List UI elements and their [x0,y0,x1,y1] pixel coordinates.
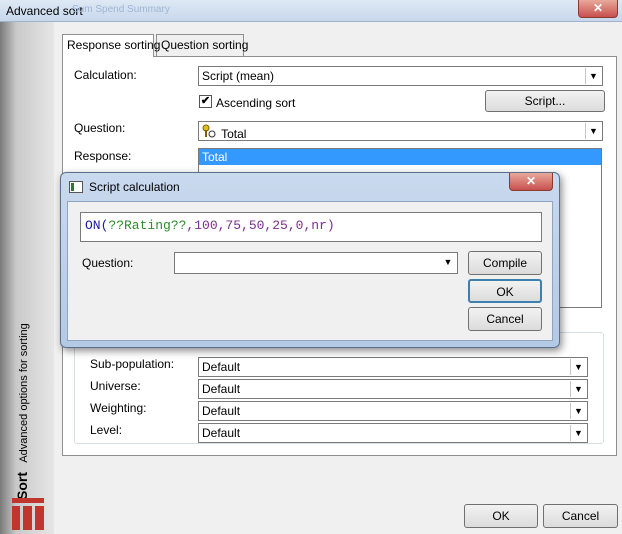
tab-question-sorting[interactable]: Question sorting [156,34,248,56]
chevron-down-icon[interactable]: ▼ [570,381,586,397]
tab-response-sorting[interactable]: Response sorting [62,34,160,57]
subpopulation-value: Default [202,360,241,374]
chevron-down-icon[interactable]: ▼ [570,425,586,441]
window-close-button[interactable]: ✕ [578,0,618,18]
subpopulation-select[interactable]: Default ▼ [198,357,588,377]
ghost-title: Sum Spend Summary [72,4,170,15]
calculation-value: Script (mean) [202,69,275,83]
universe-select[interactable]: Default ▼ [198,379,588,399]
sidebar-subtitle: Advanced options for sorting [18,323,30,463]
title-bar: Advanced sort Sum Spend Summary ✕ [0,0,622,22]
ok-button[interactable]: OK [464,504,538,528]
dialog-question-label: Question: [82,256,134,270]
weighting-label: Weighting: [90,401,147,415]
weighting-value: Default [202,404,241,418]
level-select[interactable]: Default ▼ [198,423,588,443]
sidebar-text: Sort Advanced options for sorting [14,323,30,500]
subpopulation-label: Sub-population: [90,357,175,371]
sidebar-brand: Sort [14,472,30,500]
script-keyword: ON( [85,218,109,233]
chevron-down-icon[interactable]: ▼ [585,123,601,139]
key-icon [202,124,218,141]
list-item[interactable]: Total [199,149,601,165]
dialog-cancel-button[interactable]: Cancel [468,307,542,331]
logo-icon [12,498,44,530]
dialog-ok-button[interactable]: OK [468,279,542,303]
sidebar-banner: Sort Advanced options for sorting [0,22,54,534]
ascending-sort-label: Ascending sort [216,96,296,110]
window-icon [69,181,83,193]
universe-value: Default [202,382,241,396]
calculation-select[interactable]: Script (mean) ▼ [198,66,603,86]
question-label: Question: [74,121,126,135]
chevron-down-icon[interactable]: ▼ [570,403,586,419]
chevron-down-icon[interactable]: ▼ [585,68,601,84]
level-label: Level: [90,423,123,437]
script-variable: ??Rating?? [108,218,187,233]
dialog-title: Script calculation [89,180,180,194]
dialog-body: ON(??Rating??,100,75,50,25,0,nr) Questio… [67,201,553,341]
calculation-label: Calculation: [74,68,137,82]
dialog-close-button[interactable]: ✕ [509,173,553,191]
script-literals: ,100,75,50,25,0,nr) [186,218,335,233]
script-calculation-dialog: Script calculation ✕ ON(??Rating??,100,7… [60,172,560,348]
compile-button[interactable]: Compile [468,251,542,275]
ascending-sort-checkbox[interactable]: ✔ [199,95,212,108]
cancel-button[interactable]: Cancel [543,504,618,528]
response-label: Response: [74,149,132,163]
level-value: Default [202,426,241,440]
weighting-select[interactable]: Default ▼ [198,401,588,421]
chevron-down-icon[interactable]: ▼ [570,359,586,375]
script-editor[interactable]: ON(??Rating??,100,75,50,25,0,nr) [80,212,542,242]
script-button[interactable]: Script... [485,90,605,112]
universe-label: Universe: [90,379,141,393]
chevron-down-icon[interactable]: ▼ [440,254,456,270]
question-select[interactable]: Total ▼ [198,121,603,141]
question-value: Total [221,127,247,141]
dialog-question-select[interactable]: ▼ [174,252,458,274]
